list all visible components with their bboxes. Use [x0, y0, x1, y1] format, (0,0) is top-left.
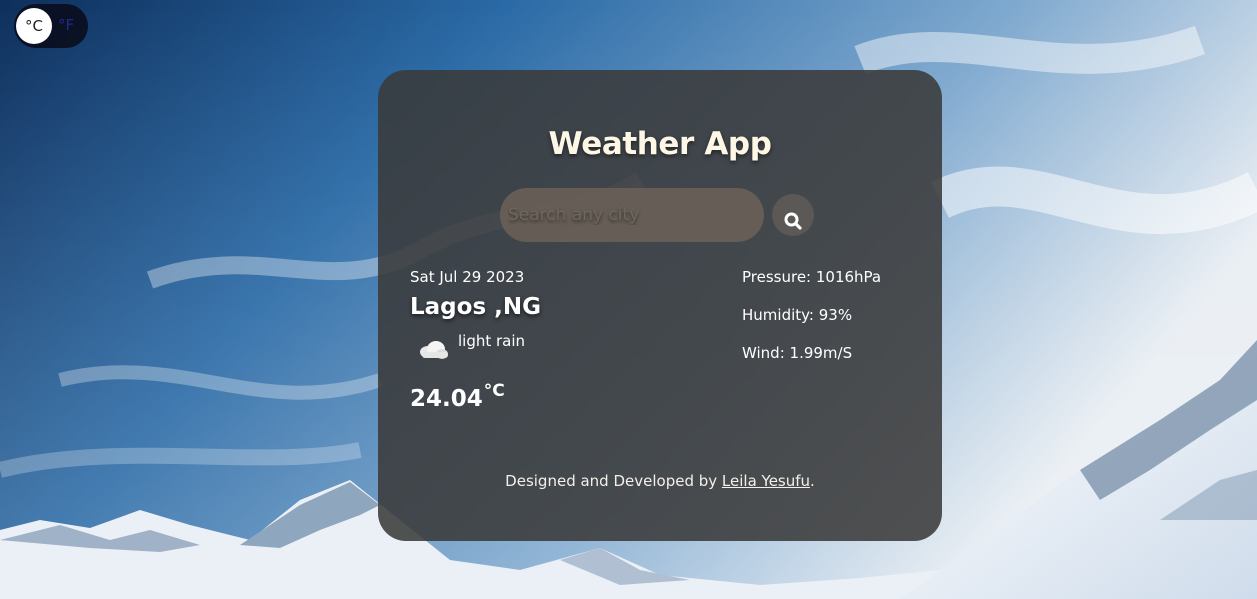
- temperature-unit: °C: [483, 381, 505, 401]
- temperature-value: 24.04: [410, 386, 483, 412]
- search-icon: [772, 211, 814, 231]
- pressure-stat: Pressure: 1016hPa: [742, 268, 882, 286]
- unit-toggle[interactable]: °C °F: [14, 4, 88, 48]
- search-button[interactable]: [772, 194, 814, 236]
- app-title: Weather App: [548, 126, 772, 162]
- unit-toggle-knob[interactable]: °C: [16, 8, 52, 44]
- author-link[interactable]: Leila Yesufu: [722, 472, 810, 490]
- footer-credit: Designed and Developed by Leila Yesufu.: [378, 472, 942, 490]
- current-date: Sat Jul 29 2023: [410, 268, 525, 286]
- search-input[interactable]: [500, 188, 764, 242]
- humidity-stat: Humidity: 93%: [742, 306, 853, 324]
- wind-stat: Wind: 1.99m/S: [742, 344, 853, 362]
- footer-prefix: Designed and Developed by: [505, 472, 722, 490]
- weather-card: Weather App Sat Jul 29 2023 Lagos ,NG li…: [378, 70, 942, 541]
- cloud-rain-icon: [416, 338, 450, 364]
- footer-suffix: .: [810, 472, 815, 490]
- city-name: Lagos ,NG: [410, 294, 542, 320]
- unit-toggle-alt-label: °F: [58, 16, 75, 34]
- weather-description: light rain: [458, 332, 526, 350]
- temperature: 24.04°C: [410, 381, 505, 412]
